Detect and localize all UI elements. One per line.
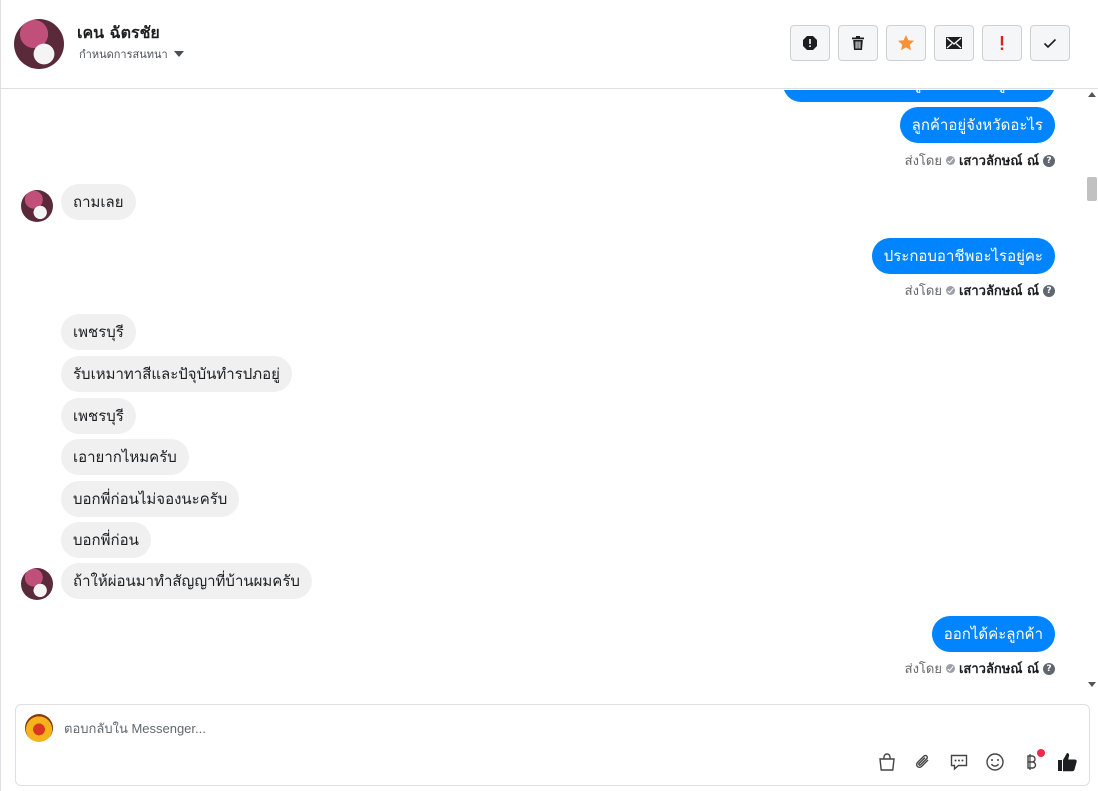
outgoing-message: แล้วเพื่อนมีอาชีพอยู่ที่บริษัทพักอยู่ที่… [782, 90, 1055, 102]
verified-icon [945, 286, 955, 295]
page-avatar [25, 714, 53, 742]
star-button[interactable] [886, 25, 926, 61]
attach-button[interactable] [912, 751, 934, 773]
spam-icon [803, 36, 817, 50]
shopping-bag-button[interactable] [876, 751, 898, 773]
help-icon[interactable]: ? [1043, 662, 1055, 675]
star-icon [898, 35, 914, 51]
follow-up-button[interactable] [982, 25, 1022, 61]
sent-by-prefix: ส่งโดย [904, 284, 942, 299]
trash-icon [852, 36, 864, 50]
incoming-message: บอกพี่ก่อน [61, 522, 151, 558]
like-button[interactable] [1056, 751, 1078, 773]
reply-input[interactable] [64, 717, 964, 739]
message-list: แล้วเพื่อนมีอาชีพอยู่ที่บริษัทพักอยู่ที่… [1, 90, 1085, 690]
message-scrollbar[interactable] [1085, 89, 1098, 691]
emoji-icon [986, 753, 1004, 771]
caret-down-icon [173, 51, 184, 57]
verified-icon [945, 156, 955, 165]
inbox-conversation: เคน ฉัตรชัย กำหนดการสนทนา ลูกค้าอยู่จังห… [0, 0, 1098, 791]
sent-by-label: ส่งโดย เสาวลักษณ์ ณ์ ? [905, 150, 1055, 171]
like-icon [1058, 753, 1077, 772]
outgoing-message: ประกอบอาชีพอะไรอยู่คะ [871, 238, 1055, 274]
outgoing-message: ออกได้ค่ะลูกค้า [931, 616, 1055, 652]
scroll-thumb[interactable] [1087, 177, 1097, 201]
mark-unread-button[interactable] [934, 25, 974, 61]
conversation-toolbar [790, 25, 1070, 61]
sent-by-prefix: ส่งโดย [904, 662, 942, 677]
incoming-message: ถ้าให้ผ่อนมาทำสัญญาที่บ้านผมครับ [61, 563, 312, 599]
sent-by-agent: เสาวลักษณ์ ณ์ [958, 154, 1039, 169]
composer-tools [876, 749, 1078, 773]
saved-reply-button[interactable] [948, 751, 970, 773]
incoming-message: ถามเลย [61, 184, 136, 220]
incoming-message: เพชรบุรี [61, 398, 136, 434]
incoming-message: บอกพี่ก่อนไม่จองนะครับ [61, 481, 240, 517]
verified-icon [945, 664, 955, 673]
sent-by-agent: เสาวลักษณ์ ณ์ [958, 284, 1039, 299]
incoming-message: รับเหมาทาสีและปัจุบันทำรปภอยู่ [61, 356, 292, 392]
emoji-button[interactable] [984, 751, 1006, 773]
assign-conversation-dropdown[interactable]: กำหนดการสนทนา [79, 45, 184, 63]
follow-up-icon [1000, 36, 1004, 50]
sent-by-label: ส่งโดย เสาวลักษณ์ ณ์ ? [905, 658, 1055, 679]
incoming-message: เพชรบุรี [61, 314, 136, 350]
mark-spam-button[interactable] [790, 25, 830, 61]
mark-done-button[interactable] [1030, 25, 1070, 61]
contact-avatar-small[interactable] [21, 190, 53, 222]
conversation-header: เคน ฉัตรชัย กำหนดการสนทนา [1, 0, 1098, 89]
reply-composer [15, 704, 1090, 786]
contact-avatar[interactable] [14, 19, 64, 69]
saved-reply-icon [950, 754, 968, 771]
contact-avatar-small[interactable] [21, 568, 53, 600]
shopping-bag-icon [879, 753, 895, 771]
mail-icon [946, 37, 962, 49]
help-icon[interactable]: ? [1043, 154, 1055, 167]
contact-name[interactable]: เคน ฉัตรชัย [77, 21, 160, 46]
delete-button[interactable] [838, 25, 878, 61]
scroll-up-arrow-icon[interactable] [1088, 92, 1096, 97]
incoming-message: เอายากไหมครับ [61, 439, 189, 475]
sent-by-label: ส่งโดย เสาวลักษณ์ ณ์ ? [905, 280, 1055, 301]
sent-by-prefix: ส่งโดย [904, 154, 942, 169]
payment-button[interactable] [1020, 749, 1045, 773]
sent-by-agent: เสาวลักษณ์ ณ์ [958, 662, 1039, 677]
paperclip-icon [915, 754, 929, 769]
help-icon[interactable]: ? [1043, 284, 1055, 297]
check-icon [1043, 38, 1057, 49]
assign-label: กำหนดการสนทนา [79, 48, 168, 61]
scroll-down-arrow-icon[interactable] [1088, 682, 1096, 687]
outgoing-message: ลูกค้าอยู่จังหวัดอะไร [899, 107, 1055, 143]
notification-dot [1037, 749, 1045, 757]
